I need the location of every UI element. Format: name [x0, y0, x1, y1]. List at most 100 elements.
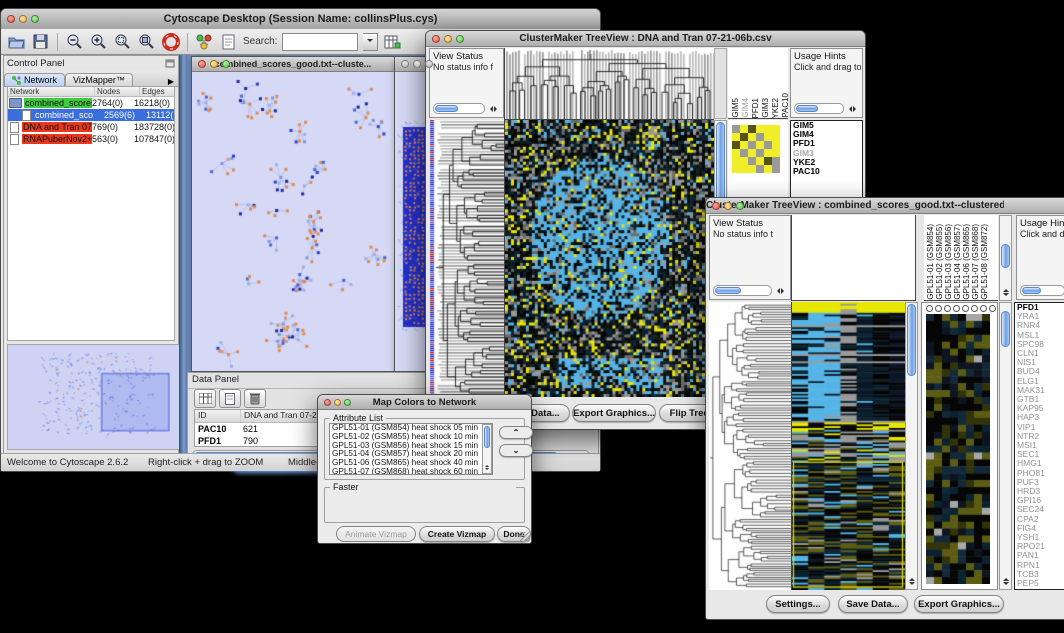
create-attribute-icon[interactable]	[219, 389, 241, 408]
zoom-window-icon[interactable]	[456, 35, 464, 43]
create-vizmap-button[interactable]: Create Vizmap	[419, 526, 495, 542]
close-icon[interactable]	[198, 60, 206, 68]
zoom-window-icon[interactable]	[222, 60, 230, 68]
tv2-usage-hints-panel: Usage Hints Click and drag to	[1016, 215, 1064, 300]
id-column-header[interactable]: ID	[195, 410, 241, 422]
tv1-column-dendrogram[interactable]	[504, 48, 714, 120]
search-label: Search:	[243, 36, 277, 47]
import-table-icon[interactable]	[383, 32, 402, 51]
col-nodes[interactable]: Nodes	[95, 87, 140, 96]
main-titlebar[interactable]: Cytoscape Desktop (Session Name: collins…	[1, 9, 600, 30]
minimize-icon[interactable]	[724, 202, 732, 210]
tv1-row-dendrogram[interactable]	[435, 120, 504, 397]
status-welcome: Welcome to Cytoscape 2.6.2	[7, 457, 128, 468]
tabs-overflow-button[interactable]: ▶	[164, 77, 178, 86]
close-icon[interactable]	[432, 35, 440, 43]
minimize-icon[interactable]	[444, 35, 452, 43]
save-data-button[interactable]: Save Data...	[838, 595, 908, 613]
zoom-window-icon[interactable]	[736, 202, 744, 210]
close-icon[interactable]	[712, 202, 720, 210]
zoom-window-icon[interactable]	[425, 60, 433, 68]
tv2-labels-vscrollbar[interactable]	[999, 215, 1012, 301]
close-icon[interactable]	[324, 399, 331, 406]
attribute-list-item[interactable]: GPL51-07 (GSM868) heat shock 60 min	[330, 468, 492, 475]
attribute-list-vscrollbar[interactable]	[482, 424, 492, 474]
tv1-top-scroll-gutter[interactable]	[714, 48, 727, 119]
open-session-icon[interactable]	[7, 32, 26, 51]
matrix-cell	[748, 165, 756, 173]
usage-hints-hscrollbar[interactable]	[794, 103, 859, 114]
move-down-button[interactable]: ⌄	[499, 444, 533, 457]
attribute-list-label: Attribute List	[330, 413, 386, 423]
zoom-selected-icon[interactable]	[113, 32, 132, 51]
column-marker	[935, 305, 942, 312]
tv2-scroll-gutter[interactable]	[916, 215, 924, 301]
export-graphics-button[interactable]: Export Graphics...	[914, 595, 1004, 613]
move-up-button[interactable]: ⌃	[499, 426, 533, 439]
matrix-cell	[732, 149, 740, 157]
float-panel-icon[interactable]	[165, 59, 175, 68]
tv1-gene-label[interactable]: PAC10	[791, 167, 862, 176]
usage-hints-title: Usage Hints	[794, 51, 862, 62]
select-attributes-icon[interactable]	[194, 389, 216, 408]
network-edges: 183728(0)	[134, 122, 174, 132]
close-icon[interactable]	[7, 15, 15, 23]
tv1-rotated-gene-label: GIM3	[761, 98, 770, 118]
settings-button[interactable]: Settings...	[766, 595, 830, 613]
network-table-row[interactable]: combined_scores2764(0)16218(0)	[8, 97, 174, 109]
col-network[interactable]: Network	[8, 87, 95, 96]
zoom-window-icon[interactable]	[31, 15, 39, 23]
tv1-similarity-matrix[interactable]	[732, 125, 780, 173]
tv2-gene-label[interactable]: MON2	[1015, 588, 1064, 590]
search-dropdown-button[interactable]	[363, 33, 378, 51]
treeview2-window: ClusterMaker TreeView : combined_scores_…	[705, 197, 1064, 620]
zoom-window-icon[interactable]	[344, 399, 351, 406]
delete-attribute-icon[interactable]	[244, 389, 266, 408]
save-session-icon[interactable]	[31, 32, 50, 51]
minimize-icon[interactable]	[19, 15, 27, 23]
panel-divider[interactable]	[179, 55, 187, 454]
close-icon[interactable]	[401, 60, 409, 68]
network-view-window-a[interactable]: combined_scores_good.txt--cluste...	[191, 56, 395, 372]
search-input[interactable]	[282, 33, 358, 51]
minimize-icon[interactable]	[334, 399, 341, 406]
tv2-column-label: GPL51-02 (GSM855)	[935, 224, 944, 300]
minimize-icon[interactable]	[413, 60, 421, 68]
attribute-list[interactable]: GPL51-01 (GSM854) heat shock 05 minGPL51…	[329, 423, 493, 475]
tv1-rotated-labels: GIM5GIM4PFD1GIM3YKE2PAC10	[728, 48, 788, 119]
vizmap-node-icon[interactable]	[195, 32, 214, 51]
export-graphics-button[interactable]: Export Graphics...	[572, 404, 656, 422]
birdseye-view[interactable]	[7, 344, 180, 450]
tv2-row-dendrogram[interactable]	[709, 302, 791, 590]
tv1-heatmap[interactable]	[504, 120, 714, 397]
view-status-hscrollbar[interactable]	[433, 103, 500, 114]
network-table-header[interactable]: Network Nodes Edges	[8, 87, 174, 97]
zoom-in-icon[interactable]	[89, 32, 108, 51]
tv2-heatmap[interactable]	[791, 302, 905, 590]
done-button[interactable]: Done	[497, 526, 531, 542]
tv2-column-label: GPL51-06 (GSM865)	[962, 224, 971, 300]
tv2-heatmap-vscrollbar[interactable]	[905, 302, 918, 590]
help-ring-icon[interactable]	[161, 32, 180, 51]
dialog-titlebar[interactable]: Map Colors to Network	[318, 395, 531, 410]
matrix-cell	[764, 149, 772, 157]
usage-hints-hscrollbar[interactable]	[1020, 285, 1064, 296]
tab-network[interactable]: Network	[4, 73, 65, 86]
network-table-row[interactable]: combined_sco2569(6)13112(15)	[8, 109, 174, 121]
view-status-hscrollbar[interactable]	[713, 285, 787, 296]
animate-vizmap-button[interactable]: Animate Vizmap	[336, 526, 416, 542]
col-edges[interactable]: Edges	[140, 87, 174, 96]
zoom-fit-icon[interactable]	[137, 32, 156, 51]
network-table-row[interactable]: RNAPuberNov2+I563(0)107847(0)	[8, 133, 174, 145]
network-view-a[interactable]	[192, 72, 392, 370]
annotation-icon[interactable]	[219, 32, 238, 51]
zoom-out-icon[interactable]	[65, 32, 84, 51]
window-controls[interactable]	[7, 15, 39, 23]
treeview2-titlebar[interactable]: ClusterMaker TreeView : combined_scores_…	[706, 198, 1064, 214]
tv2-zoom-heatmap[interactable]	[926, 314, 990, 584]
tab-vizmapper[interactable]: VizMapper™	[65, 73, 133, 86]
tv2-zoom-vscrollbar[interactable]	[999, 302, 1012, 590]
network-table-row[interactable]: DNA and Tran 07769(0)183728(0)	[8, 121, 174, 133]
minimize-icon[interactable]	[210, 60, 218, 68]
treeview1-titlebar[interactable]: ClusterMaker TreeView : DNA and Tran 07-…	[426, 31, 865, 47]
